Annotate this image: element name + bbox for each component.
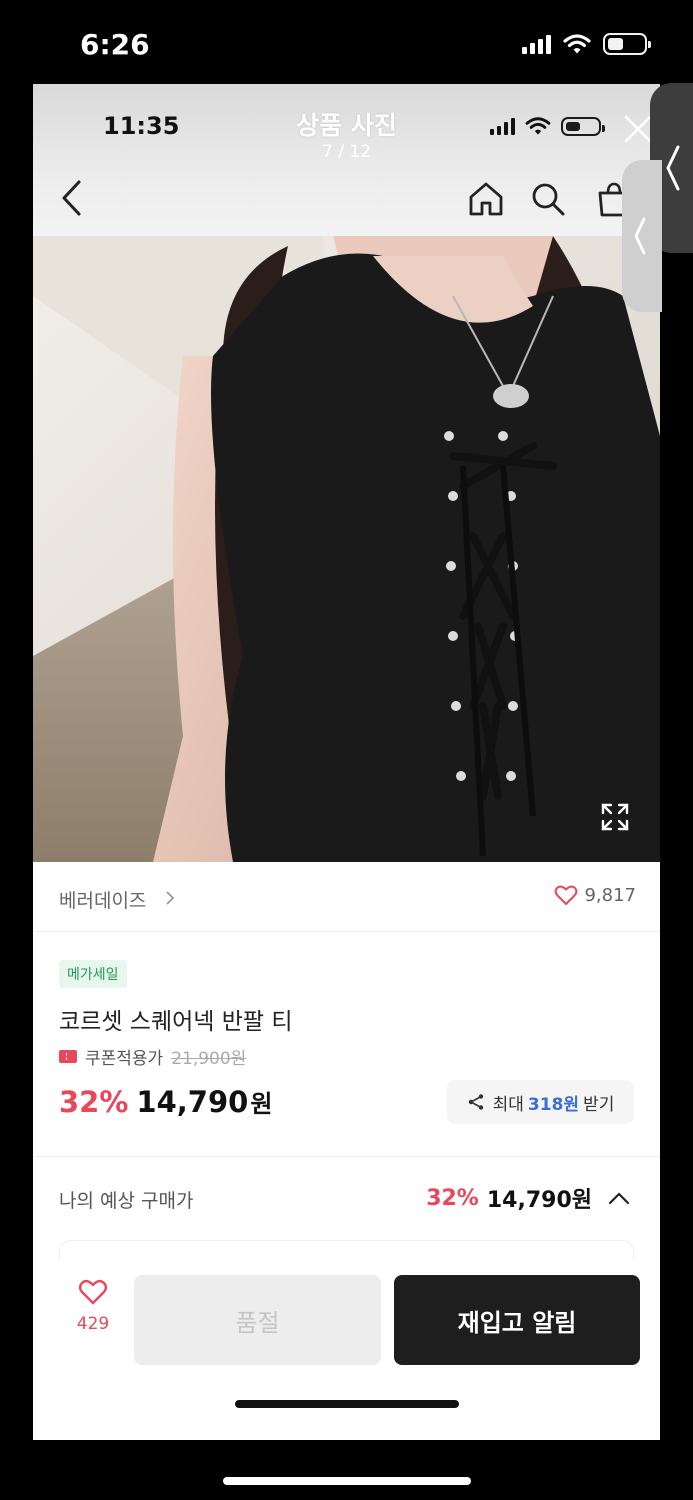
share-suffix: 받기	[583, 1094, 615, 1115]
currency-unit: 원	[250, 1090, 273, 1118]
product-nav-bar	[33, 172, 660, 236]
brand-likes[interactable]: 9,817	[554, 884, 636, 906]
section-divider	[33, 1156, 660, 1157]
brand-row[interactable]: 베러데이즈 9,817	[33, 862, 660, 932]
expected-price-label: 나의 예상 구매가	[59, 1190, 194, 1212]
original-price: 21,900원	[171, 1049, 247, 1069]
brand-name[interactable]: 베러데이즈	[59, 886, 146, 913]
coupon-price-row: 쿠폰적용가 21,900원	[59, 1044, 246, 1069]
expand-icon[interactable]	[600, 802, 630, 832]
share-reward-button[interactable]: 최대 318원 받기	[447, 1080, 634, 1124]
outer-clock: 6:26	[80, 28, 150, 61]
chevron-left-icon	[666, 145, 680, 191]
wifi-icon	[525, 117, 551, 135]
price-row: 32% 14,790 원	[59, 1084, 272, 1119]
share-amount: 318원	[527, 1094, 580, 1115]
product-photo[interactable]	[33, 236, 660, 862]
outer-home-indicator[interactable]	[223, 1477, 471, 1485]
heart-outline-icon	[555, 885, 578, 905]
inner-side-panel-tab[interactable]	[622, 160, 662, 312]
heart-outline-icon	[78, 1279, 108, 1305]
expected-discount: 32%	[426, 1185, 479, 1211]
restock-alert-button[interactable]: 재입고 알림	[394, 1275, 640, 1365]
wifi-icon	[563, 34, 591, 54]
home-icon[interactable]	[467, 180, 505, 218]
battery-icon	[561, 116, 605, 136]
back-chevron-icon[interactable]	[55, 178, 89, 218]
soldout-button[interactable]: 품절	[134, 1275, 381, 1365]
bottom-action-bar: 429 품절 재입고 알림	[33, 1260, 660, 1440]
share-icon	[468, 1094, 483, 1110]
inner-home-indicator[interactable]	[235, 1400, 459, 1408]
product-photo-image	[33, 236, 660, 862]
chevron-right-icon	[166, 891, 175, 905]
product-screen: 11:35 상품 사진 7 / 12 베러데이즈 9,817 메가세일 코르셋 …	[33, 84, 660, 1440]
wishlist-count: 429	[76, 1314, 110, 1334]
signal-icon	[490, 117, 515, 135]
photo-counter: 7 / 12	[322, 142, 371, 162]
battery-icon	[603, 33, 651, 55]
coupon-label: 쿠폰적용가	[85, 1049, 164, 1069]
brand-likes-count: 9,817	[584, 884, 636, 906]
outer-status-icons	[522, 33, 651, 55]
expected-price-row[interactable]: 나의 예상 구매가 32% 14,790원	[33, 1164, 660, 1234]
outer-status-bar: 6:26	[0, 0, 693, 84]
signal-icon	[522, 34, 551, 54]
expected-price: 14,790원	[486, 1188, 592, 1213]
sale-price: 14,790	[136, 1085, 249, 1119]
sale-badge: 메가세일	[59, 960, 127, 988]
inner-status-icons	[490, 116, 605, 136]
expected-price-value: 32% 14,790원	[426, 1182, 630, 1214]
product-name: 코르셋 스퀘어넥 반팔 티	[59, 1009, 293, 1035]
chevron-left-icon	[634, 217, 646, 255]
coupon-icon	[59, 1050, 77, 1063]
share-prefix: 최대	[492, 1094, 524, 1115]
chevron-up-icon[interactable]	[608, 1191, 630, 1205]
discount-rate: 32%	[59, 1085, 129, 1119]
wishlist-button[interactable]: 429	[73, 1278, 113, 1334]
search-icon[interactable]	[529, 180, 567, 218]
photo-viewer-header: 11:35 상품 사진 7 / 12	[33, 84, 660, 236]
